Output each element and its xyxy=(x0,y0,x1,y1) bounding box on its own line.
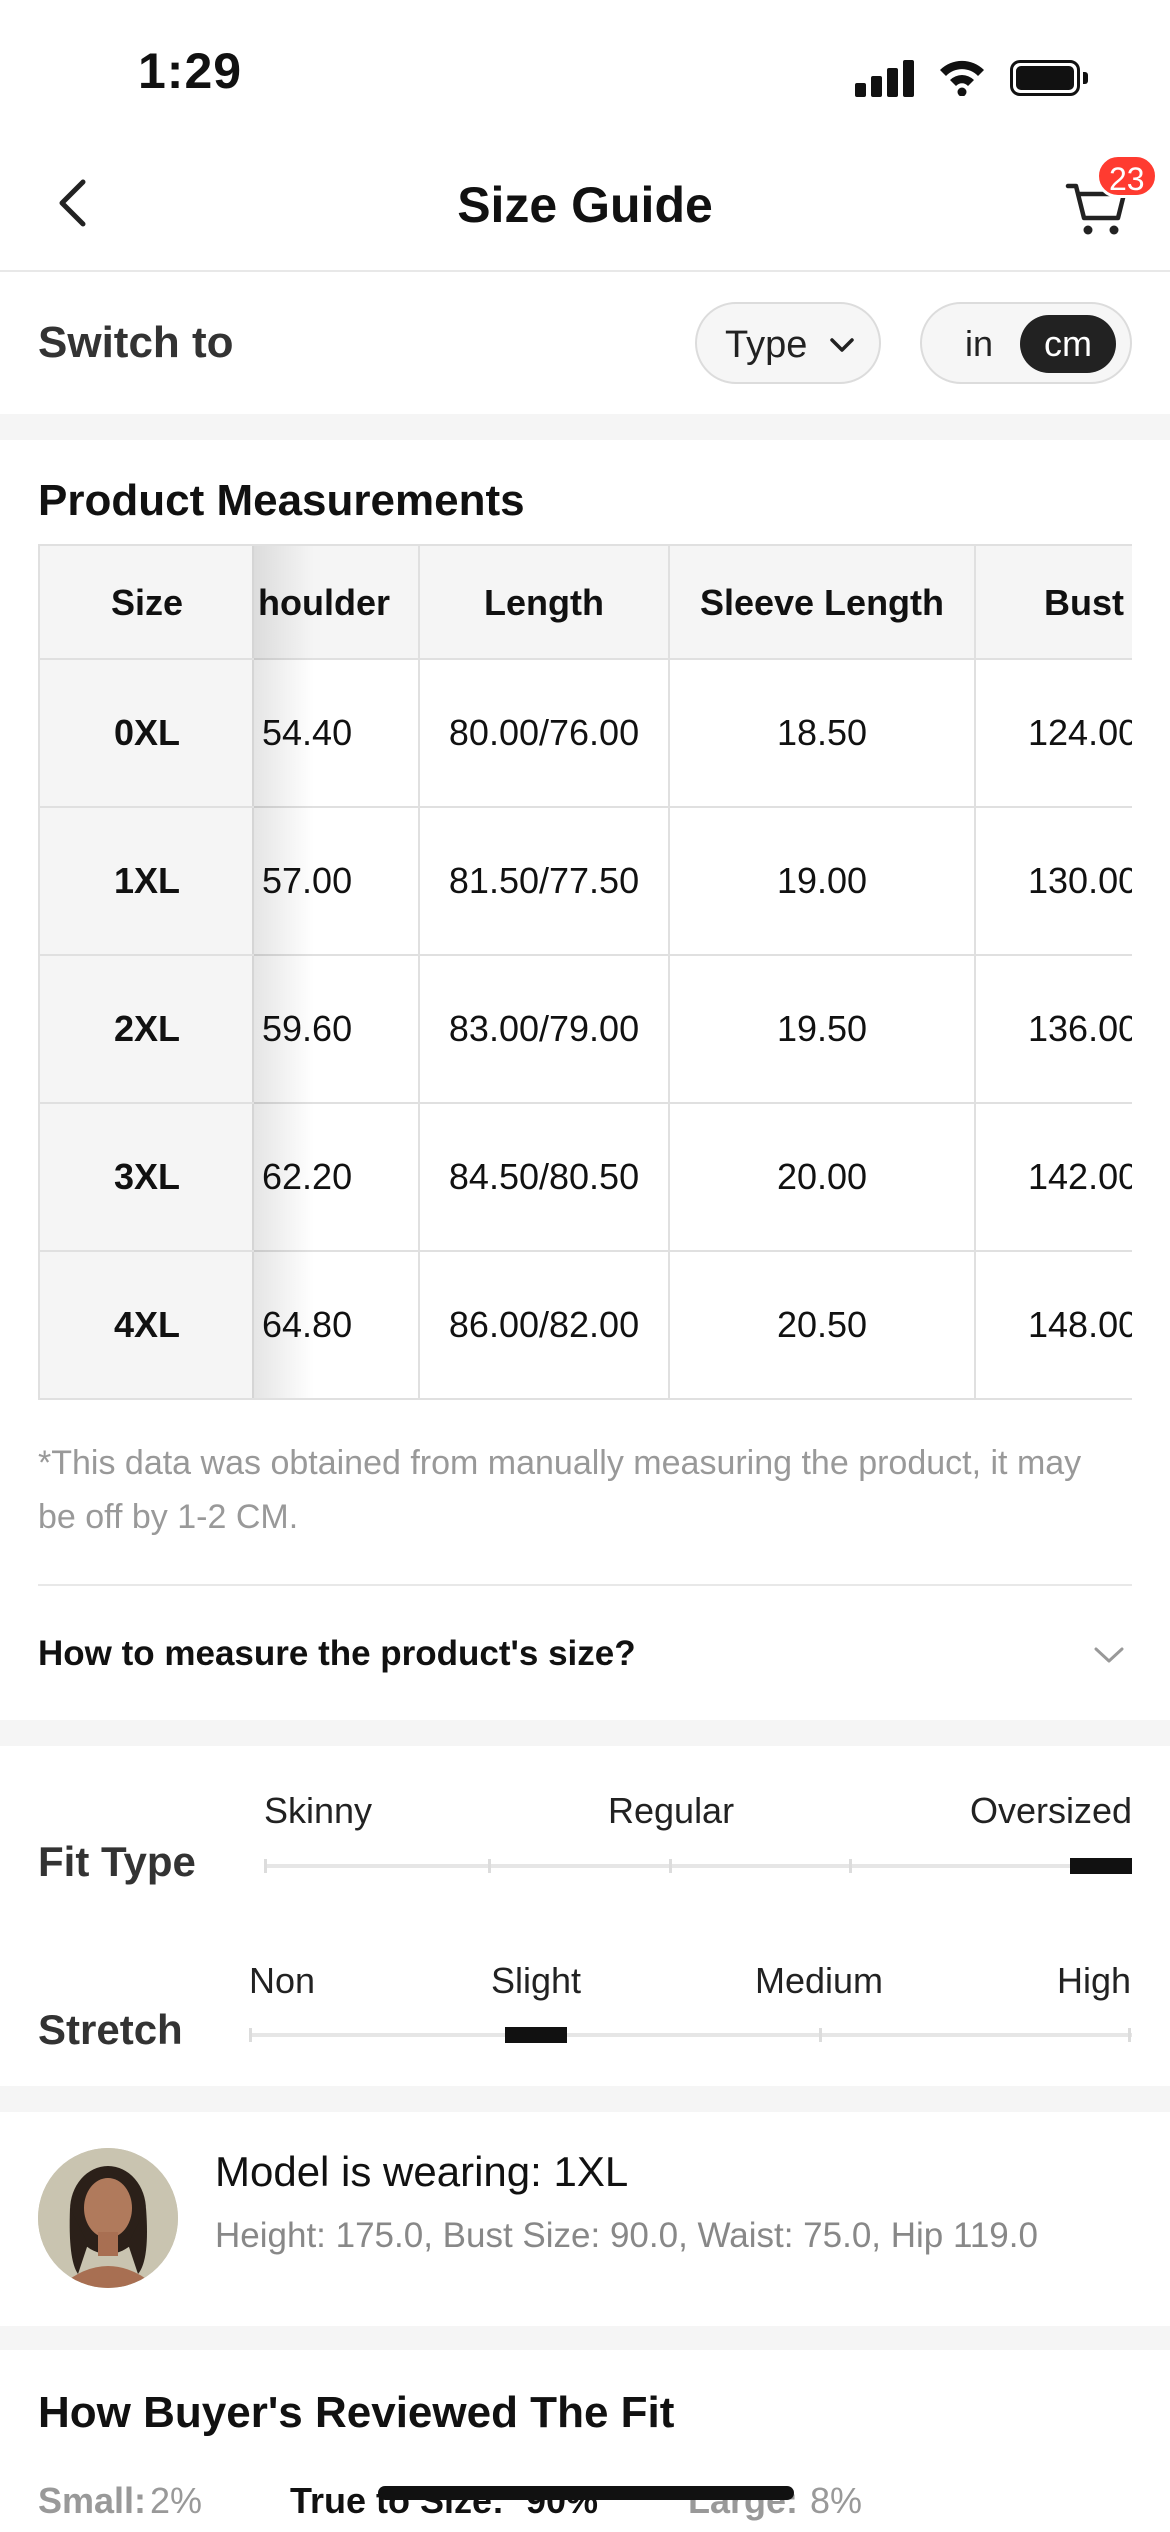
stretch-option-slight: Slight xyxy=(491,1960,582,2001)
table-cell: 136.00 xyxy=(976,956,1132,1104)
table-cell: 57.00 xyxy=(254,808,418,956)
table-row-size: 0XL xyxy=(40,660,254,808)
table-cell: 20.50 xyxy=(776,1304,868,1345)
fit-type-tick xyxy=(488,1859,491,1873)
fit-option-skinny: Skinny xyxy=(264,1790,373,1831)
table-cell: 86.00/82.00 xyxy=(448,1304,640,1345)
table-header-cell: Bust xyxy=(976,546,1132,660)
table-cell: 81.50/77.50 xyxy=(420,808,668,956)
fit-type-tick xyxy=(849,1859,852,1873)
section-divider xyxy=(0,414,1170,440)
measurements-title: Product Measurements xyxy=(38,476,525,525)
table-row-size: 4XL xyxy=(113,1304,181,1345)
fit-type-tick xyxy=(264,1859,267,1873)
table-header-cell: Length xyxy=(420,546,668,660)
fit-option-regular: Regular xyxy=(608,1790,735,1831)
how-to-measure-label: How to measure the product's size? xyxy=(38,1634,636,1673)
review-fit-title: How Buyer's Reviewed The Fit xyxy=(38,2388,675,2437)
table-row-size: 3XL xyxy=(40,1104,254,1252)
fit-type-track xyxy=(264,1864,1132,1868)
fit-type-label: Fit Type xyxy=(38,1838,196,1885)
cellular-signal-icon xyxy=(855,57,915,97)
table-cell: 18.50 xyxy=(670,660,974,808)
model-measurements: Height: 175.0, Bust Size: 90.0, Waist: 7… xyxy=(215,2216,1038,2255)
status-time: 1:29 xyxy=(138,43,243,99)
table-cell: 124.00 xyxy=(976,660,1132,808)
table-cell: 54.40 xyxy=(254,660,418,808)
table-column-shoulder: houlder 54.40 57.00 59.60 62.20 64.80 xyxy=(254,546,420,1398)
unit-cm-option[interactable]: cm xyxy=(1020,315,1116,373)
table-cell: 148.00 xyxy=(1028,1304,1132,1345)
section-divider xyxy=(0,1720,1170,1746)
table-row-size: 2XL xyxy=(40,956,254,1104)
table-column-length: Length 80.00/76.00 81.50/77.50 83.00/79.… xyxy=(420,546,670,1398)
section-divider xyxy=(0,2326,1170,2350)
stretch-tick xyxy=(819,2028,822,2042)
stretch-option-non: Non xyxy=(249,1960,316,2001)
measurement-note: *This data was obtained from manually me… xyxy=(38,1444,1082,1536)
table-header-cell: Sleeve Length xyxy=(670,546,974,660)
table-cell: 64.80 xyxy=(262,1304,353,1345)
model-wearing-size: Model is wearing: 1XL xyxy=(215,2148,629,2195)
table-cell: 83.00/79.00 xyxy=(420,956,668,1104)
status-bar: 1:29 xyxy=(0,0,1170,140)
review-small-label: Small: xyxy=(38,2480,147,2521)
table-cell: 130.00 xyxy=(976,808,1132,956)
table-row-size: 1XL xyxy=(40,808,254,956)
table-cell: 19.50 xyxy=(670,956,974,1104)
nav-bar: Size Guide 23 xyxy=(0,140,1170,272)
page-title: Size Guide xyxy=(457,177,713,233)
table-cell: 59.60 xyxy=(254,956,418,1104)
home-indicator xyxy=(378,2486,794,2500)
unit-in-option[interactable]: in xyxy=(944,316,1014,372)
type-dropdown-label: Type xyxy=(725,324,808,366)
table-cell: 20.00 xyxy=(670,1104,974,1252)
switch-row: Switch to Type in cm xyxy=(0,274,1170,414)
fit-type-tick xyxy=(669,1859,672,1873)
stretch-option-high: High xyxy=(1057,1960,1132,2001)
table-header-cell: houlder xyxy=(254,546,418,660)
fit-type-marker xyxy=(1070,1858,1132,1874)
measurements-table[interactable]: houlder 54.40 57.00 59.60 62.20 64.80 Le… xyxy=(38,544,1132,1400)
switch-label: Switch to xyxy=(38,318,234,367)
how-to-measure-row[interactable]: How to measure the product's size? xyxy=(38,1584,1132,1720)
stretch-track xyxy=(249,2033,1132,2037)
stretch-tick xyxy=(249,2028,252,2042)
table-cell: 84.50/80.50 xyxy=(420,1104,668,1252)
table-cell: 80.00/76.00 xyxy=(420,660,668,808)
chevron-down-icon xyxy=(830,338,854,352)
type-dropdown[interactable]: Type xyxy=(695,302,881,384)
stretch-marker xyxy=(505,2027,567,2043)
table-column-sleeve-length: Sleeve Length 18.50 19.00 19.50 20.00 20… xyxy=(670,546,976,1398)
review-small-value: 2% xyxy=(150,2480,203,2521)
section-divider xyxy=(0,2086,1170,2112)
table-cell: 19.00 xyxy=(670,808,974,956)
stretch-option-medium: Medium xyxy=(755,1960,884,2001)
wifi-icon xyxy=(937,56,987,97)
fit-option-oversized: Oversized xyxy=(970,1790,1133,1831)
table-cell: 62.20 xyxy=(254,1104,418,1252)
stretch-tick xyxy=(1128,2028,1131,2042)
model-avatar xyxy=(38,2148,178,2288)
cart-count-badge: 23 xyxy=(1096,154,1158,198)
stretch-label: Stretch xyxy=(38,2006,183,2053)
table-header-cell: Size xyxy=(40,546,254,660)
unit-toggle: in cm xyxy=(920,302,1132,384)
table-column-size: Size 0XL 1XL 2XL 3XL 4XL xyxy=(38,546,254,1398)
chevron-down-icon xyxy=(1094,1647,1124,1663)
battery-icon xyxy=(1010,60,1088,96)
table-column-bust: Bust 124.00 130.00 136.00 142.00 148.00 xyxy=(976,546,1132,1398)
review-large-value: 8% xyxy=(810,2480,863,2521)
table-cell: 142.00 xyxy=(976,1104,1132,1252)
